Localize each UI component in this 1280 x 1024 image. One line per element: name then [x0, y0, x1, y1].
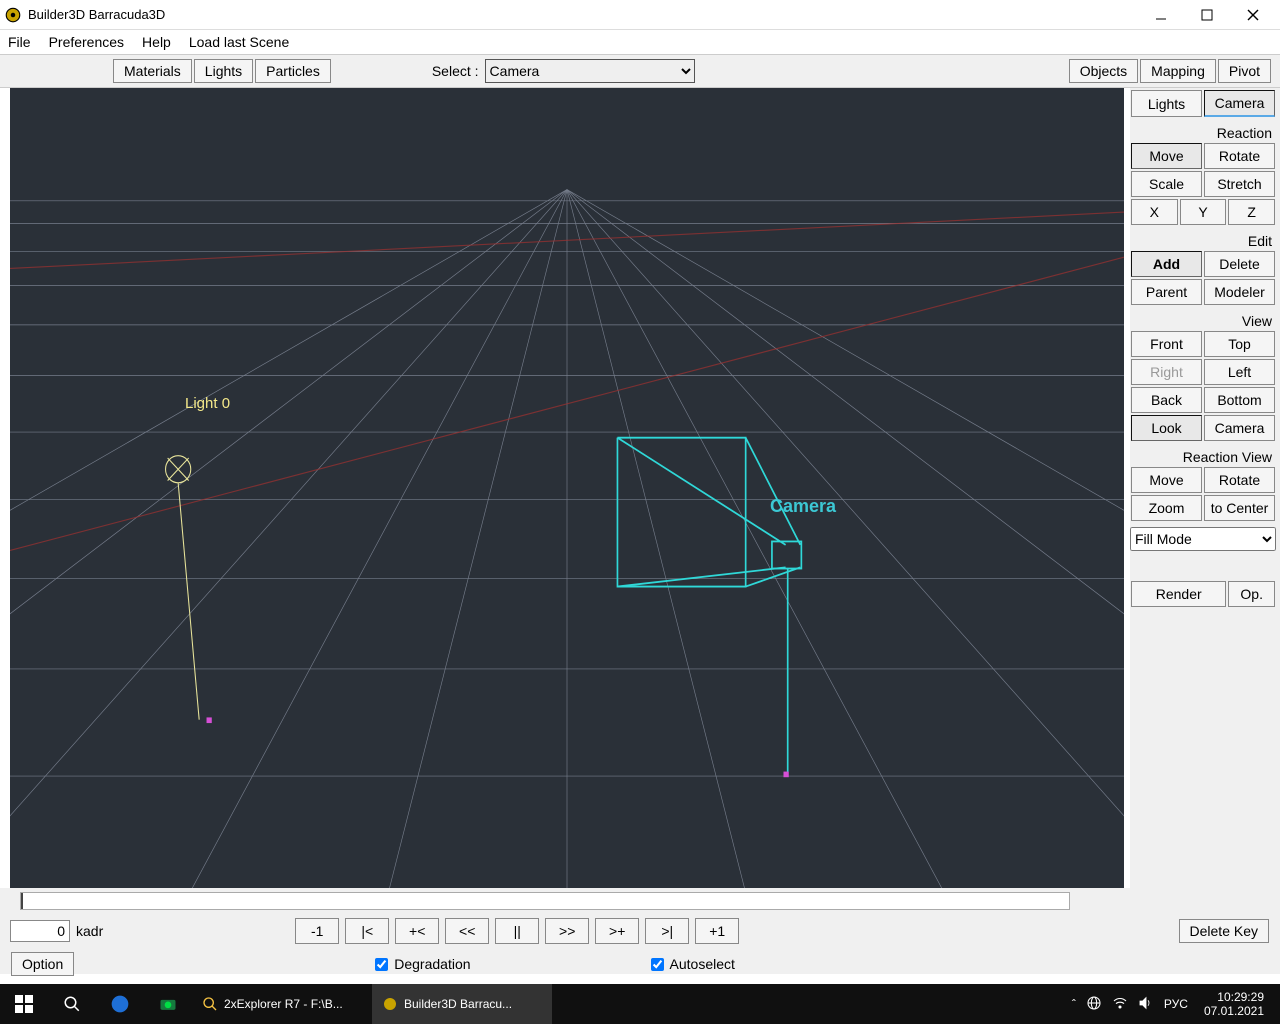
- timeline-track[interactable]: [20, 892, 1070, 910]
- edit-add-button[interactable]: Add: [1131, 251, 1202, 277]
- taskbar-task-builder3d[interactable]: Builder3D Barracu...: [372, 984, 552, 1024]
- camera-app-icon[interactable]: [144, 984, 192, 1024]
- view-top-button[interactable]: Top: [1204, 331, 1275, 357]
- side-lights-button[interactable]: Lights: [1131, 90, 1202, 117]
- materials-button[interactable]: Materials: [113, 59, 192, 83]
- edit-parent-button[interactable]: Parent: [1131, 279, 1202, 305]
- reaction-label: Reaction: [1130, 119, 1276, 143]
- last-frame-button[interactable]: >|: [645, 918, 689, 944]
- menu-load-last-scene[interactable]: Load last Scene: [189, 34, 289, 50]
- app-icon: [4, 6, 22, 24]
- edit-delete-button[interactable]: Delete: [1204, 251, 1275, 277]
- wifi-icon[interactable]: [1112, 995, 1128, 1014]
- tray-chevron-icon[interactable]: ˆ: [1072, 997, 1076, 1011]
- viewport-3d[interactable]: Light 0 Camera: [10, 88, 1124, 934]
- pivot-button[interactable]: Pivot: [1218, 59, 1271, 83]
- menu-help[interactable]: Help: [142, 34, 171, 50]
- objects-button[interactable]: Objects: [1069, 59, 1138, 83]
- fill-mode-select[interactable]: Fill Mode: [1130, 527, 1276, 551]
- reaction-stretch-button[interactable]: Stretch: [1204, 171, 1275, 197]
- reaction-scale-button[interactable]: Scale: [1131, 171, 1202, 197]
- minimize-button[interactable]: [1138, 0, 1184, 30]
- pause-button[interactable]: ||: [495, 918, 539, 944]
- view-left-button[interactable]: Left: [1204, 359, 1275, 385]
- network-icon[interactable]: [1086, 995, 1102, 1014]
- taskbar-task-explorer[interactable]: 2xExplorer R7 - F:\B...: [192, 984, 372, 1024]
- start-button[interactable]: [0, 984, 48, 1024]
- maximize-button[interactable]: [1184, 0, 1230, 30]
- view-label: View: [1130, 307, 1276, 331]
- select-label: Select :: [432, 63, 479, 79]
- edit-label: Edit: [1130, 227, 1276, 251]
- kadr-label: kadr: [76, 923, 103, 939]
- lights-button[interactable]: Lights: [194, 59, 253, 83]
- search-icon[interactable]: [48, 984, 96, 1024]
- view-bottom-button[interactable]: Bottom: [1204, 387, 1275, 413]
- view-back-button[interactable]: Back: [1131, 387, 1202, 413]
- axis-y-button[interactable]: Y: [1180, 199, 1227, 225]
- option-button[interactable]: Option: [11, 952, 74, 976]
- add-back-button[interactable]: +<: [395, 918, 439, 944]
- rview-rotate-button[interactable]: Rotate: [1204, 467, 1275, 493]
- menu-file[interactable]: File: [8, 34, 31, 50]
- menu-bar: File Preferences Help Load last Scene: [0, 30, 1280, 54]
- rview-center-button[interactable]: to Center: [1204, 495, 1275, 521]
- system-tray: ˆ РУС 10:29:29 07.01.2021: [1062, 990, 1280, 1019]
- step-minus1-button[interactable]: -1: [295, 918, 339, 944]
- top-toolbar: Materials Lights Particles Select : Came…: [0, 54, 1280, 88]
- reaction-move-button[interactable]: Move: [1131, 143, 1202, 169]
- view-front-button[interactable]: Front: [1131, 331, 1202, 357]
- mapping-button[interactable]: Mapping: [1140, 59, 1216, 83]
- volume-icon[interactable]: [1138, 995, 1154, 1014]
- step-plus1-button[interactable]: +1: [695, 918, 739, 944]
- close-button[interactable]: [1230, 0, 1276, 30]
- window-title: Builder3D Barracuda3D: [28, 7, 1138, 22]
- viewport-camera-label: Camera: [770, 496, 836, 517]
- particles-button[interactable]: Particles: [255, 59, 331, 83]
- menu-preferences[interactable]: Preferences: [49, 34, 124, 50]
- rewind-button[interactable]: <<: [445, 918, 489, 944]
- delete-key-button[interactable]: Delete Key: [1179, 919, 1269, 943]
- side-panel: Lights Camera Reaction Move Rotate Scale…: [1130, 88, 1280, 934]
- autoselect-checkbox[interactable]: Autoselect: [651, 956, 735, 972]
- degradation-checkbox[interactable]: Degradation: [375, 956, 470, 972]
- first-frame-button[interactable]: |<: [345, 918, 389, 944]
- title-bar: Builder3D Barracuda3D: [0, 0, 1280, 30]
- view-look-button[interactable]: Look: [1131, 415, 1202, 441]
- op-button[interactable]: Op.: [1228, 581, 1275, 607]
- language-indicator[interactable]: РУС: [1164, 997, 1188, 1011]
- edit-modeler-button[interactable]: Modeler: [1204, 279, 1275, 305]
- timeline-panel: kadr -1 |< +< << || >> >+ >| +1 Delete K…: [0, 888, 1280, 974]
- render-button[interactable]: Render: [1131, 581, 1226, 607]
- rview-zoom-button[interactable]: Zoom: [1131, 495, 1202, 521]
- select-dropdown[interactable]: Camera: [485, 59, 695, 83]
- edge-icon[interactable]: [96, 984, 144, 1024]
- viewport-light-label: Light 0: [185, 395, 230, 412]
- axis-x-button[interactable]: X: [1131, 199, 1178, 225]
- taskbar: 2xExplorer R7 - F:\B... Builder3D Barrac…: [0, 984, 1280, 1024]
- rview-move-button[interactable]: Move: [1131, 467, 1202, 493]
- view-right-button[interactable]: Right: [1131, 359, 1202, 385]
- reaction-view-label: Reaction View: [1130, 443, 1276, 467]
- add-forward-button[interactable]: >+: [595, 918, 639, 944]
- kadr-input[interactable]: [10, 920, 70, 942]
- view-camera-button[interactable]: Camera: [1204, 415, 1275, 441]
- reaction-rotate-button[interactable]: Rotate: [1204, 143, 1275, 169]
- axis-z-button[interactable]: Z: [1228, 199, 1275, 225]
- forward-button[interactable]: >>: [545, 918, 589, 944]
- taskbar-clock[interactable]: 10:29:29 07.01.2021: [1198, 990, 1270, 1019]
- side-camera-button[interactable]: Camera: [1204, 90, 1275, 117]
